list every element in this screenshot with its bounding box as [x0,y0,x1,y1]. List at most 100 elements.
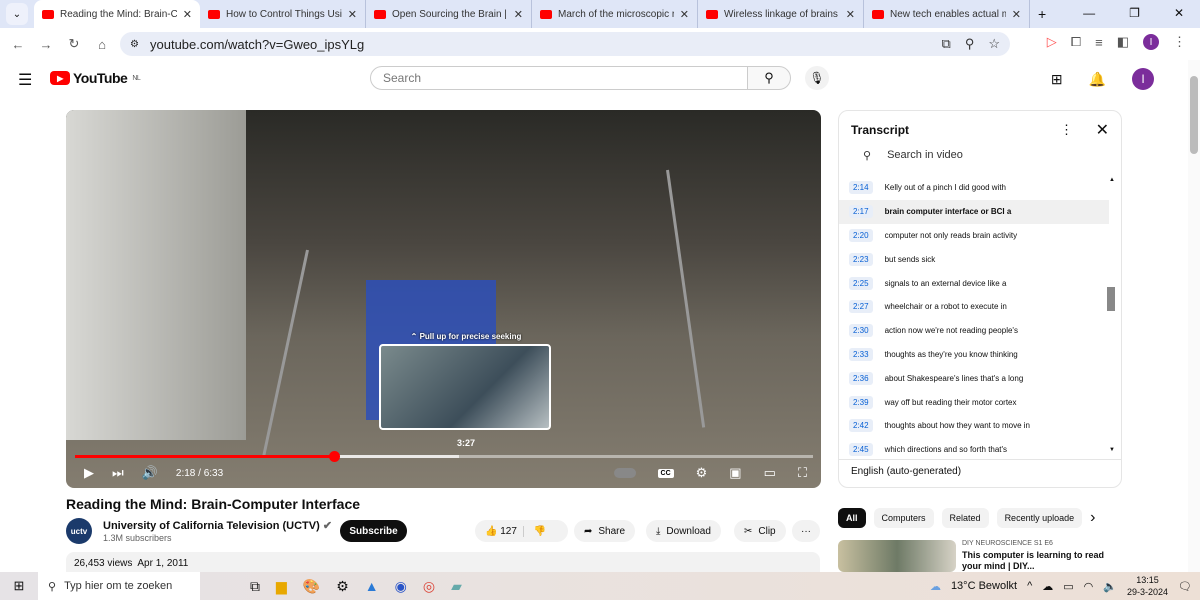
dislike-button[interactable]: 👎 [522,525,546,537]
browser-tab[interactable]: Open Sourcing the Brain | ✕ [366,0,532,28]
close-tab-icon[interactable]: ✕ [183,8,192,21]
taskbar-search[interactable]: ⚲ Typ hier om te zoeken [38,572,200,600]
filter-chip[interactable]: All [838,508,866,528]
home-button[interactable]: ⌂ [88,37,116,52]
transcript-close-icon[interactable]: ✕ [1096,120,1109,140]
weather-text[interactable]: 13°C Bewolkt [951,580,1017,592]
video-player[interactable]: ⌃ Pull up for precise seeking 3:27 ▶ ⏭ 🔊… [66,110,821,488]
side-panel-icon[interactable]: ◧ [1117,34,1129,50]
transcript-timestamp[interactable]: 2:36 [849,371,873,385]
page-scrollbar[interactable] [1188,60,1200,572]
youtube-logo[interactable]: ▶ YouTube NL [50,70,141,86]
transcript-line[interactable]: 2:23 but sends sick [839,247,1109,271]
transcript-line[interactable]: 2:30 action now we're not reading people'… [839,319,1109,343]
clip-button[interactable]: ✂ Clip [734,520,786,542]
chrome-icon[interactable]: ◎ [423,578,435,595]
paint-icon[interactable]: 🎨 [303,578,320,595]
transcript-timestamp[interactable]: 2:33 [849,347,873,361]
battery-icon[interactable]: ▭ [1063,580,1073,593]
scroll-up-arrow[interactable]: ▲ [1109,177,1115,183]
new-tab-button[interactable]: + [1038,6,1046,22]
browser-tab[interactable]: New tech enables actual m ✕ [864,0,1030,28]
like-button[interactable]: 👍 127 [485,526,517,537]
scroll-down-arrow[interactable]: ▼ [1109,447,1115,453]
browser-tab[interactable]: Wireless linkage of brains r ✕ [698,0,864,28]
create-video-icon[interactable]: ⊞ [1051,71,1063,88]
close-tab-icon[interactable]: ✕ [1012,8,1021,21]
search-input[interactable]: Search [370,66,748,90]
settings-gear-icon[interactable]: ⚙ [696,465,708,481]
close-tab-icon[interactable]: ✕ [514,8,523,21]
transcript-line[interactable]: 2:36 about Shakespeare's lines that's a l… [839,366,1109,390]
recommended-thumbnail[interactable] [838,540,956,572]
voice-search-button[interactable]: 🎙 [805,66,829,90]
transcript-timestamp[interactable]: 2:17 [849,205,873,219]
zoom-icon[interactable]: ⚲ [965,36,975,52]
transcript-line[interactable]: 2:27 wheelchair or a robot to execute in [839,295,1109,319]
tray-overflow-icon[interactable]: ^ [1027,580,1032,592]
recommended-title[interactable]: This computer is learning to read your m… [962,550,1112,572]
transcript-timestamp[interactable]: 2:14 [849,181,873,195]
filter-chip[interactable]: Related [941,508,989,528]
profile-avatar[interactable]: I [1143,34,1159,50]
transcript-timestamp[interactable]: 2:30 [849,324,873,338]
transcript-line[interactable]: 2:42 thoughts about how they want to move… [839,414,1109,438]
reload-button[interactable]: ↻ [60,36,88,52]
tab-search-button[interactable]: ⌄ [6,3,28,25]
extension-icon[interactable]: ▷ [1047,34,1057,50]
forward-button[interactable]: → [32,37,60,52]
task-view-icon[interactable]: ⧉ [250,578,260,595]
close-tab-icon[interactable]: ✕ [680,8,689,21]
transcript-line[interactable]: 2:45 which directions and so forth that's [839,438,1109,462]
search-button[interactable]: ⚲ [747,66,791,90]
app-icon[interactable]: ◉ [395,578,407,595]
menu-icon[interactable]: ⋮ [1173,34,1186,50]
browser-tab[interactable]: How to Control Things Usi ✕ [200,0,366,28]
url-bar[interactable]: ⚙ youtube.com/watch?v=Gweo_ipsYLg ⧉ ⚲ ☆ [120,32,1010,56]
channel-name[interactable]: University of California Television (UCT… [103,519,332,532]
transcript-search[interactable]: ⚲ Search in video [863,149,963,162]
close-window-button[interactable]: ✕ [1174,6,1184,20]
volume-icon[interactable]: 🔊 [142,465,158,481]
transcript-language-select[interactable]: English (auto-generated) [839,459,1121,483]
file-explorer-icon[interactable]: ▆ [276,578,287,595]
theater-mode-icon[interactable]: ▭ [764,465,776,481]
settings-icon[interactable]: ⚙ [336,578,349,595]
close-tab-icon[interactable]: ✕ [846,8,855,21]
transcript-timestamp[interactable]: 2:45 [849,443,873,457]
browser-tab[interactable]: Reading the Mind: Brain-C ✕ [34,0,200,28]
speaker-icon[interactable]: 🔈 [1103,580,1117,593]
extensions-puzzle-icon[interactable]: ⧠ [1071,34,1081,50]
menu-hamburger-icon[interactable]: ☰ [18,70,32,90]
notifications-bell-icon[interactable]: 🔔 [1089,71,1106,88]
miniplayer-icon[interactable]: ▣ [729,465,741,481]
channel-avatar[interactable]: uctv [66,518,92,544]
wifi-icon[interactable]: ◠ [1084,580,1094,593]
more-actions-button[interactable]: ··· [792,520,820,542]
transcript-timestamp[interactable]: 2:27 [849,300,873,314]
transcript-line[interactable]: 2:39 way off but reading their motor cort… [839,390,1109,414]
browser-tab[interactable]: March of the microscopic r ✕ [532,0,698,28]
transcript-line[interactable]: 2:14 Kelly out of a pinch I did good with [839,176,1109,200]
transcript-timestamp[interactable]: 2:42 [849,419,873,433]
fullscreen-icon[interactable]: ⛶ [798,465,807,481]
restore-button[interactable]: ❐ [1129,6,1140,20]
page-scrollbar-thumb[interactable] [1190,76,1198,154]
windows-start-icon[interactable]: ⊞ [0,578,38,594]
url-text[interactable]: youtube.com/watch?v=Gweo_ipsYLg [150,37,364,52]
transcript-timestamp[interactable]: 2:39 [849,395,873,409]
transcript-line[interactable]: 2:25 signals to an external device like a [839,271,1109,295]
download-button[interactable]: ⤓ Download [646,520,721,542]
filter-chip[interactable]: Computers [873,508,934,528]
transcript-line[interactable]: 2:20 computer not only reads brain activi… [839,224,1109,248]
scrubber-handle[interactable] [329,451,341,462]
progress-bar[interactable] [75,451,813,462]
transcript-line[interactable]: 2:33 thoughts as they're you know thinkin… [839,343,1109,367]
back-button[interactable]: ← [4,37,32,52]
transcript-more-icon[interactable]: ⋮ [1060,122,1073,138]
notepad-icon[interactable]: ▰ [451,578,462,595]
open-in-app-icon[interactable]: ⧉ [942,36,951,52]
transcript-scrollbar[interactable] [1107,287,1115,311]
onedrive-icon[interactable]: ☁ [1042,580,1053,593]
reading-list-icon[interactable]: ≡ [1095,35,1103,50]
